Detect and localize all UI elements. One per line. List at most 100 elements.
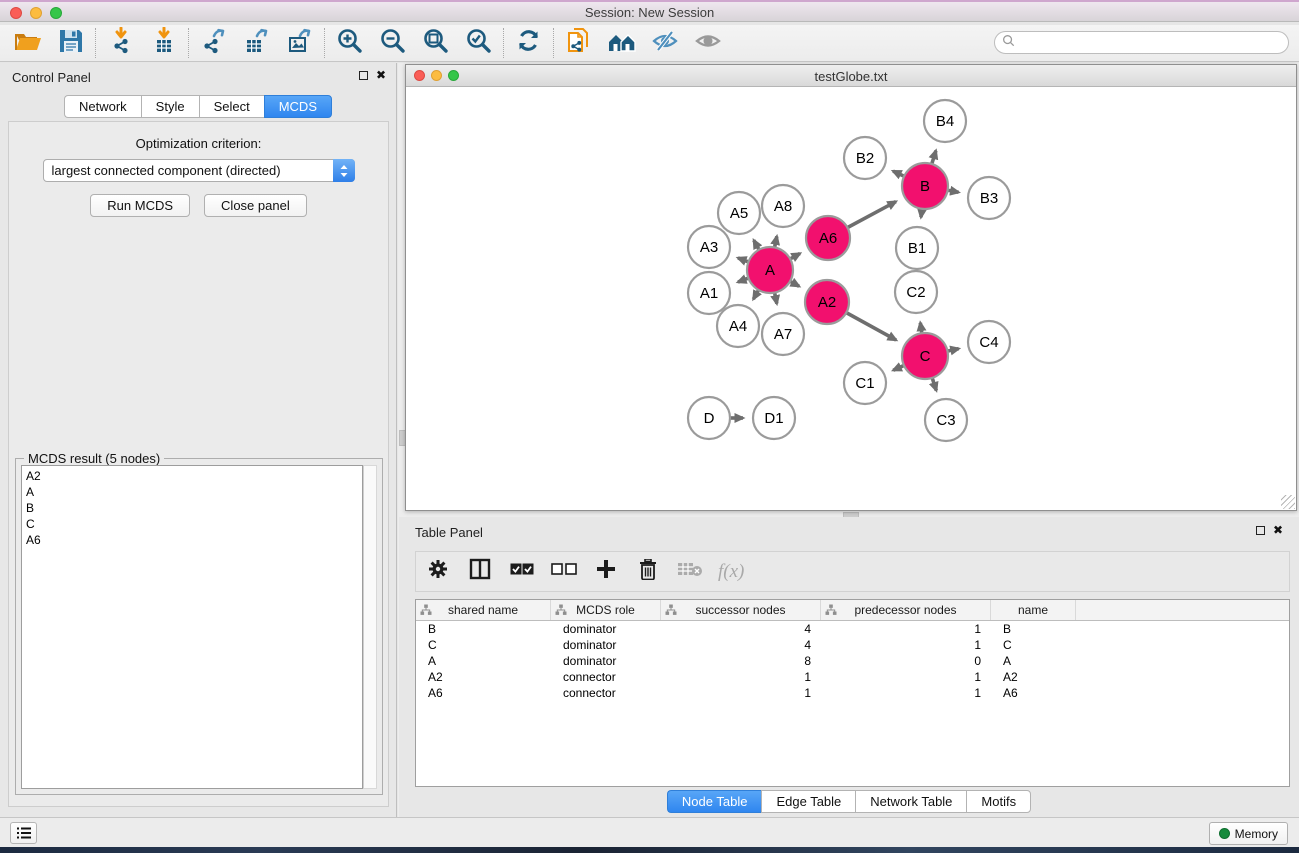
cell-predecessor-nodes[interactable]: 1: [821, 685, 991, 701]
result-item[interactable]: A2: [26, 468, 358, 484]
table-row[interactable]: Bdominator41B: [416, 621, 1289, 637]
checked-boxes-button[interactable]: [508, 558, 536, 586]
open-session-button[interactable]: [6, 27, 49, 59]
node-D[interactable]: D: [688, 397, 730, 439]
result-item[interactable]: B: [26, 500, 358, 516]
column-header-predecessor-nodes[interactable]: predecessor nodes: [821, 600, 991, 620]
float-panel-icon[interactable]: [359, 71, 368, 80]
column-header-MCDS-role[interactable]: MCDS role: [551, 600, 661, 620]
cell-predecessor-nodes[interactable]: 1: [821, 621, 991, 637]
tab-mcds[interactable]: MCDS: [264, 95, 332, 118]
cell-MCDS-role[interactable]: dominator: [551, 621, 661, 637]
cell-shared-name[interactable]: A2: [416, 669, 551, 685]
hide-panel-eye-button[interactable]: [643, 27, 686, 59]
node-B[interactable]: B: [902, 163, 948, 209]
delete-table-button[interactable]: [676, 558, 704, 586]
result-item[interactable]: A6: [26, 532, 358, 548]
tab-motifs[interactable]: Motifs: [966, 790, 1031, 813]
edge-A-A4[interactable]: [753, 290, 758, 299]
cell-successor-nodes[interactable]: 8: [661, 653, 821, 669]
refresh-network-button[interactable]: [507, 27, 550, 59]
node-A1[interactable]: A1: [688, 272, 730, 314]
cell-successor-nodes[interactable]: 4: [661, 621, 821, 637]
network-canvas[interactable]: B4B2BB3A5A8A6A3B1AA1C2A2A4A7CC4C1C3DD1: [406, 87, 1296, 510]
node-B3[interactable]: B3: [968, 177, 1010, 219]
search-input[interactable]: [1015, 34, 1288, 52]
result-item[interactable]: A: [26, 484, 358, 500]
node-A5[interactable]: A5: [718, 192, 760, 234]
edge-A6-B[interactable]: [847, 202, 896, 228]
plus-button[interactable]: [592, 558, 620, 586]
table-row[interactable]: A6connector11A6: [416, 685, 1289, 701]
export-network-button[interactable]: [192, 27, 235, 59]
edge-A-A6[interactable]: [790, 253, 800, 258]
edge-A-A8[interactable]: [775, 236, 777, 247]
cell-shared-name[interactable]: A6: [416, 685, 551, 701]
function-builder-button[interactable]: f(x): [718, 561, 744, 583]
cell-predecessor-nodes[interactable]: 0: [821, 653, 991, 669]
cell-MCDS-role[interactable]: dominator: [551, 653, 661, 669]
zoom-in-button[interactable]: [328, 27, 371, 59]
resize-grip[interactable]: [1281, 495, 1295, 509]
cell-name[interactable]: A: [991, 653, 1076, 669]
tab-edge-table[interactable]: Edge Table: [761, 790, 855, 813]
close-panel-icon[interactable]: ✖: [376, 70, 386, 80]
cell-name[interactable]: A2: [991, 669, 1076, 685]
tab-network-table[interactable]: Network Table: [855, 790, 966, 813]
criterion-dropdown[interactable]: largest connected component (directed): [43, 159, 355, 182]
table-float-panel-icon[interactable]: [1256, 526, 1265, 535]
gear-button[interactable]: [424, 558, 452, 586]
node-D1[interactable]: D1: [753, 397, 795, 439]
edge-C-C3[interactable]: [932, 378, 936, 391]
cell-name[interactable]: A6: [991, 685, 1076, 701]
show-eye-button[interactable]: [686, 27, 729, 59]
node-A2[interactable]: A2: [805, 280, 849, 324]
close-panel-button[interactable]: Close panel: [204, 194, 307, 217]
node-A3[interactable]: A3: [688, 226, 730, 268]
run-mcds-button[interactable]: Run MCDS: [90, 194, 190, 217]
column-header-name[interactable]: name: [991, 600, 1076, 620]
zoom-selected-button[interactable]: [457, 27, 500, 59]
memory-button[interactable]: Memory: [1209, 822, 1288, 845]
edge-A-A7[interactable]: [775, 293, 777, 304]
cell-shared-name[interactable]: B: [416, 621, 551, 637]
import-table-button[interactable]: [142, 27, 185, 59]
cell-MCDS-role[interactable]: connector: [551, 685, 661, 701]
export-image-button[interactable]: [278, 27, 321, 59]
edge-C-C4[interactable]: [947, 349, 958, 351]
save-session-button[interactable]: [49, 27, 92, 59]
edge-A-A1[interactable]: [738, 278, 748, 282]
node-A7[interactable]: A7: [762, 313, 804, 355]
zoom-fit-button[interactable]: [414, 27, 457, 59]
column-header-successor-nodes[interactable]: successor nodes: [661, 600, 821, 620]
columns-button[interactable]: [466, 558, 494, 586]
result-scrollbar[interactable]: [363, 465, 377, 789]
edge-A-A5[interactable]: [754, 240, 759, 250]
cell-successor-nodes[interactable]: 1: [661, 685, 821, 701]
cell-name[interactable]: C: [991, 637, 1076, 653]
network-window-titlebar[interactable]: testGlobe.txt: [406, 65, 1296, 87]
search-box[interactable]: [994, 31, 1289, 54]
edge-B-B1[interactable]: [921, 209, 922, 217]
tab-node-table[interactable]: Node Table: [667, 790, 762, 813]
import-network-button[interactable]: [99, 27, 142, 59]
edge-B-B4[interactable]: [932, 151, 936, 164]
cell-MCDS-role[interactable]: dominator: [551, 637, 661, 653]
task-history-button[interactable]: [10, 822, 37, 844]
trash-button[interactable]: [634, 558, 662, 586]
node-C3[interactable]: C3: [925, 399, 967, 441]
node-A4[interactable]: A4: [717, 305, 759, 347]
export-table-button[interactable]: [235, 27, 278, 59]
mcds-result-list[interactable]: A2ABCA6: [21, 465, 363, 789]
tab-network[interactable]: Network: [64, 95, 141, 118]
cell-predecessor-nodes[interactable]: 1: [821, 637, 991, 653]
node-A8[interactable]: A8: [762, 185, 804, 227]
edge-A-A3[interactable]: [738, 258, 748, 262]
tab-select[interactable]: Select: [199, 95, 264, 118]
table-row[interactable]: Cdominator41C: [416, 637, 1289, 653]
tab-style[interactable]: Style: [141, 95, 199, 118]
node-C4[interactable]: C4: [968, 321, 1010, 363]
edge-A-A2[interactable]: [790, 281, 799, 286]
node-B4[interactable]: B4: [924, 100, 966, 142]
zoom-out-button[interactable]: [371, 27, 414, 59]
